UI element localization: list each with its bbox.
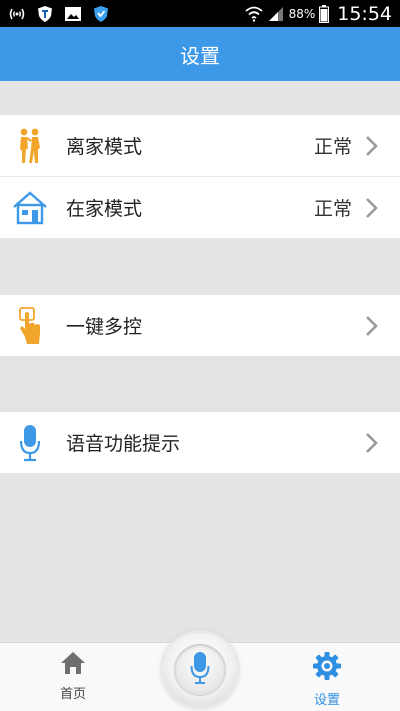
list-item-voice-prompt[interactable]: 语音功能提示 (0, 412, 400, 473)
house-icon (12, 188, 48, 228)
list-item-home-mode[interactable]: 在家模式 正常 (0, 176, 400, 238)
home-icon (60, 651, 86, 679)
list-item-away-mode[interactable]: 离家模式 正常 (0, 115, 400, 176)
tap-hand-icon (12, 306, 48, 346)
signal-icon (267, 5, 285, 23)
one-key-control-label: 一键多控 (66, 316, 143, 338)
voice-input-button[interactable] (163, 633, 237, 707)
nav-settings-label: 设置 (313, 693, 340, 708)
nav-settings[interactable]: 设置 (287, 651, 367, 708)
status-bar-right: 88% 15:54 (244, 2, 400, 25)
voice-input-inner (174, 644, 226, 696)
walking-people-icon (12, 126, 48, 166)
battery-percent: 88% (288, 6, 316, 21)
gallery-icon (64, 5, 82, 23)
wifi-icon (244, 5, 263, 23)
chevron-right-icon (362, 134, 382, 158)
battery-icon (319, 4, 330, 23)
away-mode-label: 离家模式 (66, 136, 143, 158)
away-mode-status: 正常 (313, 136, 352, 158)
chevron-right-icon (362, 196, 382, 220)
chevron-right-icon (362, 431, 382, 455)
nav-home[interactable]: 首页 (33, 651, 113, 702)
microphone-icon (190, 651, 210, 689)
status-time: 15:54 (337, 2, 392, 25)
status-bar-left (0, 5, 110, 23)
voice-prompt-label: 语音功能提示 (66, 433, 181, 455)
gear-icon (312, 651, 342, 685)
hotspot-icon (8, 5, 26, 23)
home-mode-label: 在家模式 (66, 198, 143, 220)
modes-group: 离家模式 正常 在家模式 正常 (0, 115, 400, 238)
vpn-shield-icon (92, 5, 110, 23)
chevron-right-icon (362, 314, 382, 338)
status-bar: 88% 15:54 (0, 0, 400, 27)
microphone-icon (12, 423, 48, 463)
page-title: 设置 (180, 43, 220, 68)
app-header: 设置 (0, 27, 400, 81)
home-mode-status: 正常 (313, 198, 352, 220)
list-item-one-key-control[interactable]: 一键多控 (0, 295, 400, 356)
shield-t-icon (36, 5, 54, 23)
voice-group: 语音功能提示 (0, 412, 400, 473)
multi-control-group: 一键多控 (0, 295, 400, 356)
nav-home-label: 首页 (59, 687, 86, 702)
